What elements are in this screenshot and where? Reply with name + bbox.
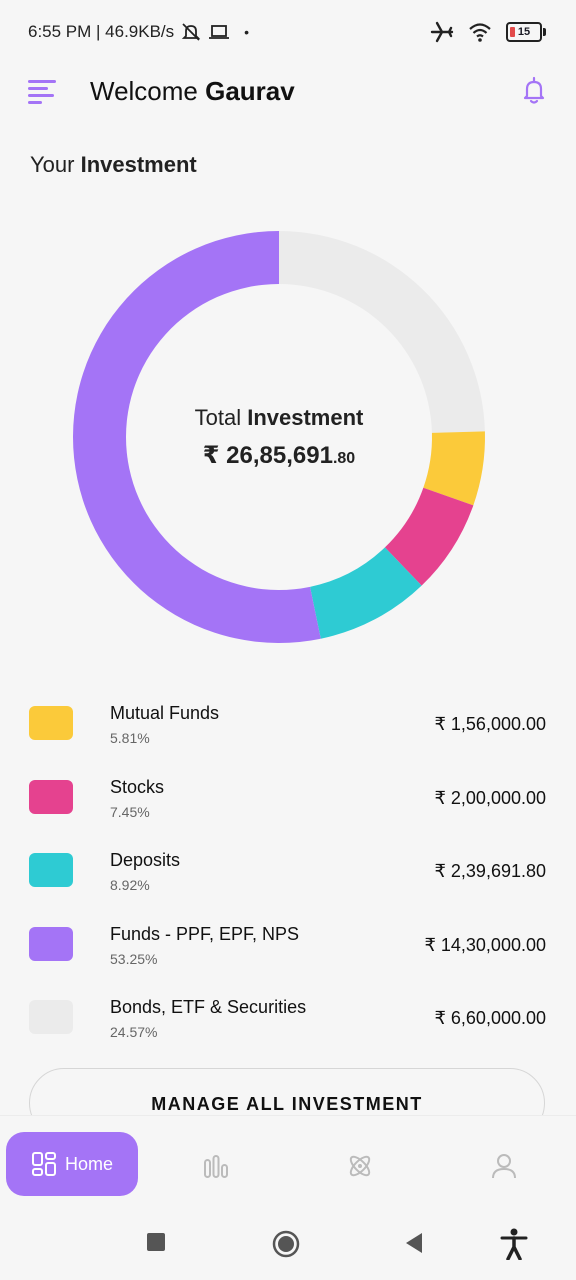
wifi-icon xyxy=(469,23,491,42)
app-header: Welcome Gaurav xyxy=(0,64,576,120)
color-swatch xyxy=(29,706,73,740)
color-swatch xyxy=(29,779,73,814)
total-investment-label: Total Investment xyxy=(194,404,364,430)
bottom-nav: Home xyxy=(0,1116,576,1212)
airplane-icon xyxy=(430,21,454,43)
investment-amount: ₹ 1,56,000.00 xyxy=(434,714,546,734)
investment-name: Mutual Funds xyxy=(110,703,220,723)
dashboard-icon xyxy=(31,1152,56,1176)
investment-amount: ₹ 2,39,691.80 xyxy=(434,861,546,881)
bar-chart-icon[interactable] xyxy=(202,1152,230,1180)
investment-name: Deposits xyxy=(110,850,181,870)
back-triangle-icon[interactable] xyxy=(404,1232,424,1254)
investment-name: Stocks xyxy=(110,776,165,797)
investment-percent: 8.92% xyxy=(110,877,150,893)
investment-item-bonds[interactable]: Bonds, ETF & Securities 24.57% ₹ 6,60,00… xyxy=(0,988,576,1062)
donut-center: Total Investment ₹ 26,85,691.80 xyxy=(72,230,486,644)
status-bar: 6:55 PM | 46.9KB/s • 15 xyxy=(0,0,576,64)
person-icon[interactable] xyxy=(490,1152,518,1180)
nav-home-button[interactable]: Home xyxy=(6,1132,138,1196)
home-circle-icon[interactable] xyxy=(272,1230,300,1258)
investment-name: Funds - PPF, EPF, NPS xyxy=(110,923,300,944)
recents-square-icon[interactable] xyxy=(146,1232,166,1252)
menu-icon[interactable] xyxy=(28,78,58,104)
bell-icon[interactable] xyxy=(520,76,548,106)
investment-item-funds[interactable]: Funds - PPF, EPF, NPS 53.25% ₹ 14,30,000… xyxy=(0,915,576,989)
color-swatch xyxy=(29,1000,73,1034)
investment-item-mutual-funds[interactable]: Mutual Funds 5.81% ₹ 1,56,000.00 xyxy=(0,694,576,768)
investment-amount: ₹ 6,60,000.00 xyxy=(434,1008,546,1028)
battery-level: 15 xyxy=(517,26,531,38)
investment-name: Bonds, ETF & Securities xyxy=(110,997,307,1017)
accessibility-icon[interactable] xyxy=(500,1228,528,1260)
system-nav-bar xyxy=(0,1212,576,1280)
investment-percent: 53.25% xyxy=(110,950,158,967)
investment-donut-chart: Total Investment ₹ 26,85,691.80 xyxy=(72,230,486,644)
investment-percent: 7.45% xyxy=(110,803,150,820)
investment-percent: 5.81% xyxy=(110,730,150,746)
investment-percent: 24.57% xyxy=(110,1024,158,1040)
investment-amount: ₹ 14,30,000.00 xyxy=(424,934,546,955)
nav-home-label: Home xyxy=(64,1153,113,1174)
section-title: Your Investment xyxy=(30,152,197,177)
investment-list: Mutual Funds 5.81% ₹ 1,56,000.00 Stocks … xyxy=(0,694,576,1062)
welcome-title: Welcome Gaurav xyxy=(90,76,295,106)
color-swatch xyxy=(29,926,73,961)
battery-icon: 15 xyxy=(506,22,546,42)
dot-icon: • xyxy=(244,24,250,40)
color-swatch xyxy=(29,853,73,887)
investment-item-stocks[interactable]: Stocks 7.45% ₹ 2,00,000.00 xyxy=(0,768,576,842)
mute-alarm-icon xyxy=(181,23,201,41)
investment-amount: ₹ 2,00,000.00 xyxy=(434,787,546,808)
laptop-icon xyxy=(209,25,230,39)
total-investment-amount: ₹ 26,85,691.80 xyxy=(202,441,356,469)
atom-icon[interactable] xyxy=(346,1152,374,1180)
user-name: Gaurav xyxy=(205,76,295,106)
status-time-speed: 6:55 PM | 46.9KB/s xyxy=(28,22,175,41)
investment-item-deposits[interactable]: Deposits 8.92% ₹ 2,39,691.80 xyxy=(0,841,576,915)
